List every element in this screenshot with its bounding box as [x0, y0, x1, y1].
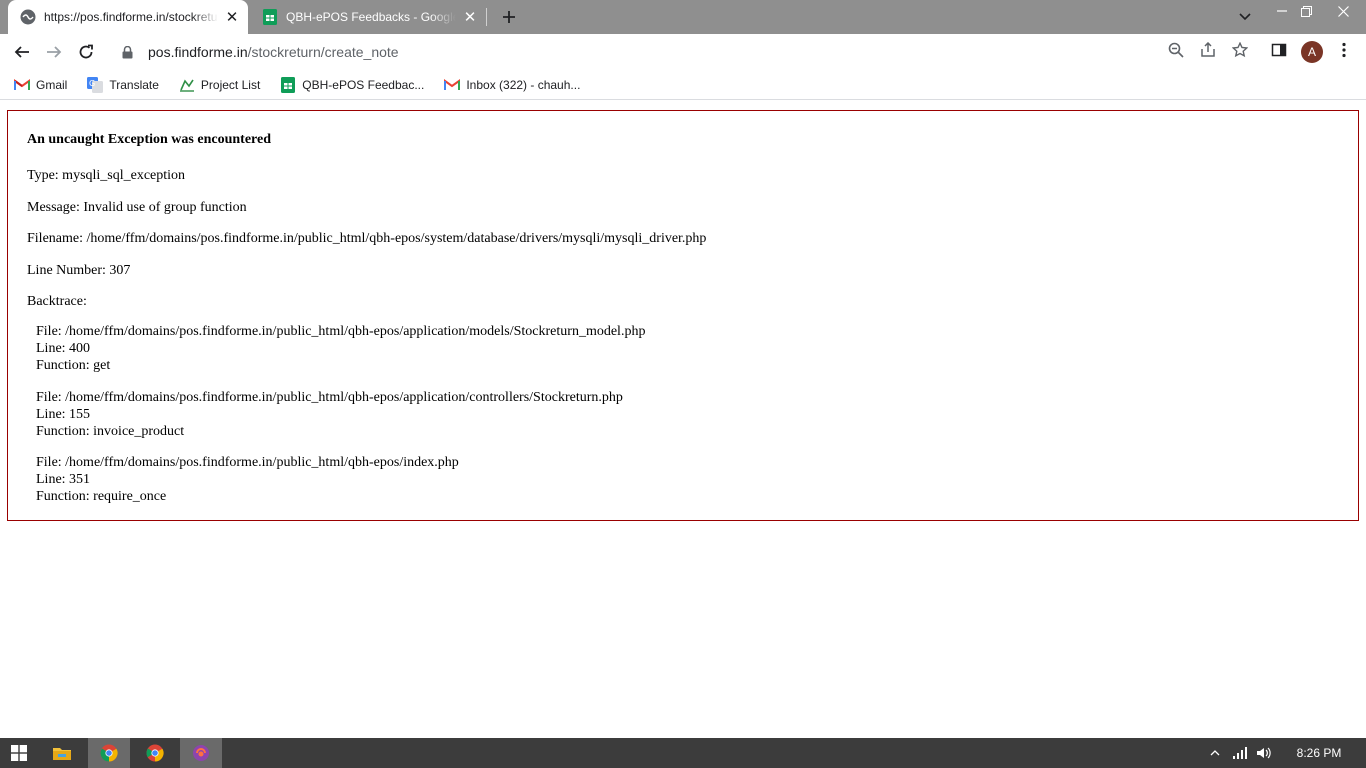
tab-separator: [486, 8, 487, 26]
translate-icon: G: [87, 76, 104, 93]
url-host: pos.findforme.in: [148, 44, 248, 60]
chevron-up-icon[interactable]: [1206, 738, 1224, 768]
kebab-menu-icon[interactable]: [1335, 41, 1353, 59]
sheets-icon: [280, 76, 296, 93]
address-bar[interactable]: pos.findforme.in/stockreturn/create_note: [108, 37, 1258, 67]
file-explorer-icon[interactable]: [42, 738, 82, 768]
backtrace-function: Function: get: [36, 358, 111, 373]
bookmark-gmail[interactable]: Gmail: [10, 73, 67, 97]
svg-text:G: G: [89, 79, 95, 88]
exception-line-number: Line Number: 307: [27, 263, 131, 278]
tab-title: https://pos.findforme.in/stockreturn/cre…: [44, 10, 218, 24]
close-window-button[interactable]: [1320, 0, 1366, 22]
backtrace-file: File: /home/ffm/domains/pos.findforme.in…: [36, 455, 459, 470]
exception-message: Message: Invalid use of group function: [27, 200, 247, 215]
tab-active[interactable]: https://pos.findforme.in/stockreturn/cre…: [8, 0, 248, 34]
exception-heading: An uncaught Exception was encountered: [27, 132, 271, 147]
project-list-icon: [179, 77, 195, 93]
tab-title: QBH-ePOS Feedbacks - Google Sheets: [286, 10, 456, 24]
backtrace-line: Line: 155: [36, 407, 91, 422]
backtrace-line: Line: 400: [36, 341, 91, 356]
sheets-icon: [262, 9, 278, 25]
bookmark-label: Inbox (322) - chauh...: [466, 77, 581, 92]
chrome-taskbar-icon-2[interactable]: [134, 738, 176, 768]
app-taskbar-icon[interactable]: [180, 738, 222, 768]
network-icon[interactable]: [1230, 738, 1250, 768]
taskbar-clock[interactable]: 8:26 PM: [1286, 738, 1352, 768]
zoom-icon[interactable]: [1167, 41, 1185, 59]
backtrace-entry: File: /home/ffm/domains/pos.findforme.in…: [36, 323, 645, 374]
tab-strip: https://pos.findforme.in/stockreturn/cre…: [0, 0, 1366, 34]
exception-type: Type: mysqli_sql_exception: [27, 168, 186, 183]
side-panel-icon[interactable]: [1270, 41, 1288, 59]
gmail-icon: [444, 77, 461, 93]
backtrace-entry: File: /home/ffm/domains/pos.findforme.in…: [36, 389, 623, 440]
bookmark-inbox[interactable]: Inbox (322) - chauh...: [440, 73, 580, 97]
globe-icon: [20, 9, 36, 25]
star-icon[interactable]: [1231, 41, 1249, 59]
bookmark-project-list[interactable]: Project List: [175, 73, 260, 97]
bookmark-label: Gmail: [36, 77, 68, 92]
bookmark-label: QBH-ePOS Feedbac...: [302, 77, 425, 92]
new-tab-button[interactable]: [498, 6, 520, 28]
reload-button[interactable]: [72, 38, 100, 66]
volume-icon[interactable]: [1254, 738, 1274, 768]
lock-icon[interactable]: [120, 45, 134, 59]
close-icon[interactable]: ✕: [222, 7, 242, 27]
backtrace-line: Line: 351: [36, 472, 91, 487]
backtrace-entry: File: /home/ffm/domains/pos.findforme.in…: [36, 454, 459, 505]
tab-sheets[interactable]: QBH-ePOS Feedbacks - Google Sheets ✕: [250, 0, 486, 34]
forward-button[interactable]: [40, 38, 68, 66]
avatar[interactable]: A: [1301, 41, 1323, 63]
bookmark-label: Translate: [109, 77, 159, 92]
url-path: /stockreturn/create_note: [247, 44, 399, 60]
exception-box: An uncaught Exception was encountered Ty…: [7, 110, 1359, 521]
browser-toolbar: pos.findforme.in/stockreturn/create_note…: [0, 34, 1366, 70]
page-content: An uncaught Exception was encountered Ty…: [0, 101, 1366, 738]
chrome-taskbar-icon[interactable]: [88, 738, 130, 768]
restore-button[interactable]: [1292, 0, 1320, 22]
back-button[interactable]: [8, 38, 36, 66]
exception-filename: Filename: /home/ffm/domains/pos.findform…: [27, 231, 707, 246]
windows-start-icon[interactable]: [0, 738, 38, 768]
taskbar: 8:26 PM: [0, 738, 1366, 768]
backtrace-function: Function: require_once: [36, 489, 167, 504]
share-icon[interactable]: [1199, 41, 1217, 59]
bookmark-translate[interactable]: G Translate: [83, 73, 159, 97]
bookmark-qbh-feedbacks[interactable]: QBH-ePOS Feedbac...: [276, 73, 424, 97]
backtrace-function: Function: invoice_product: [36, 424, 185, 439]
bookmarks-bar: Gmail G Translate Project List QBH-ePOS …: [0, 70, 1366, 100]
backtrace-file: File: /home/ffm/domains/pos.findforme.in…: [36, 324, 646, 339]
bookmark-label: Project List: [200, 77, 261, 92]
backtrace-label: Backtrace:: [27, 294, 87, 309]
close-icon[interactable]: ✕: [460, 7, 480, 27]
gmail-icon: [14, 77, 30, 93]
chevron-down-icon[interactable]: [1234, 6, 1256, 28]
address-url[interactable]: pos.findforme.in/stockreturn/create_note: [148, 44, 399, 60]
backtrace-file: File: /home/ffm/domains/pos.findforme.in…: [36, 390, 623, 405]
